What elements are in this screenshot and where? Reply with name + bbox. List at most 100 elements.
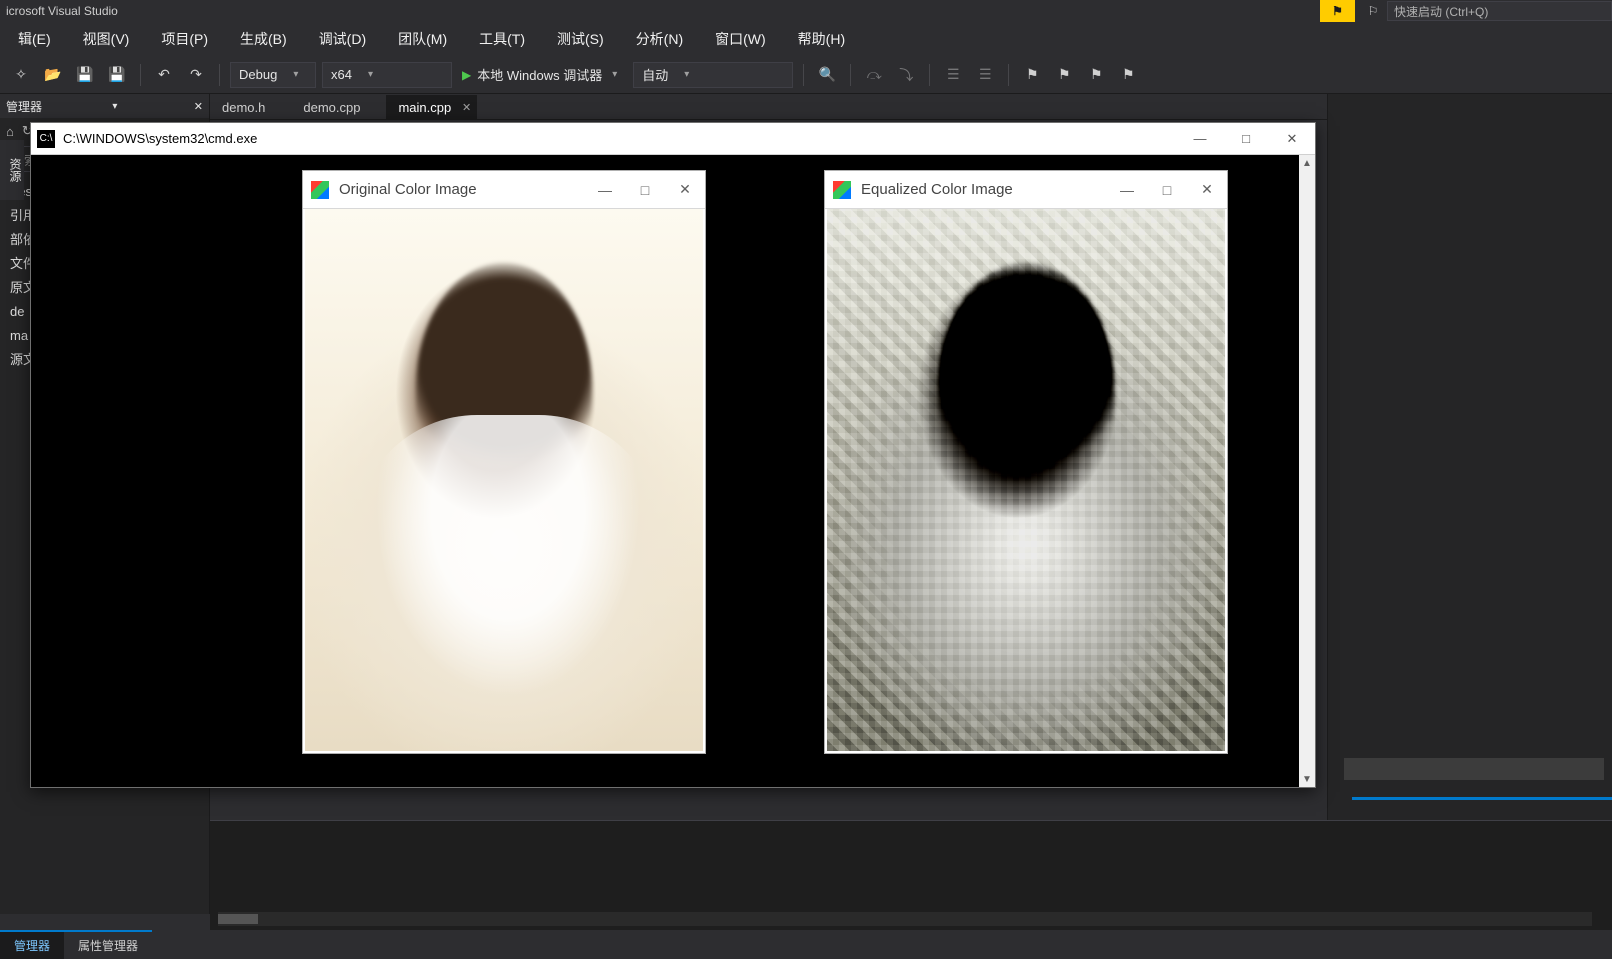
menu-help[interactable]: 帮助(H) <box>782 23 861 55</box>
scrollbar-thumb[interactable] <box>218 914 258 924</box>
doc-tab-demo-h[interactable]: demo.h <box>210 95 291 119</box>
redo-icon[interactable]: ↷ <box>183 62 209 88</box>
step-over-icon[interactable]: ⤼ <box>861 62 887 88</box>
chevron-down-icon: ▾ <box>684 69 689 80</box>
menu-window[interactable]: 窗口(W) <box>699 23 782 55</box>
indent-left-icon[interactable]: ☰ <box>940 62 966 88</box>
maximize-button[interactable]: □ <box>1223 124 1269 154</box>
minimize-button[interactable]: — <box>1177 124 1223 154</box>
image-window-title-bar[interactable]: Original Color Image — □ ✕ <box>303 171 705 209</box>
new-item-icon[interactable]: ✧ <box>8 62 34 88</box>
cmd-title-bar[interactable]: C:\ C:\WINDOWS\system32\cmd.exe — □ ✕ <box>31 123 1315 155</box>
bookmark-clear-icon[interactable]: ⚑ <box>1115 62 1141 88</box>
photo-placeholder <box>305 209 703 751</box>
step-into-icon[interactable]: ⤵ <box>893 62 919 88</box>
maximize-button[interactable]: □ <box>1147 172 1187 208</box>
close-button[interactable]: ✕ <box>1269 124 1315 154</box>
config-combo[interactable]: Debug ▾ <box>230 62 316 88</box>
toolbar-separator <box>1008 64 1009 86</box>
cmd-title-text: C:\WINDOWS\system32\cmd.exe <box>63 131 257 146</box>
find-icon[interactable]: 🔍 <box>814 62 840 88</box>
doc-tab-main-cpp[interactable]: main.cpp ✕ <box>386 95 477 119</box>
bookmark-icon[interactable]: ⚑ <box>1019 62 1045 88</box>
platform-combo[interactable]: x64 ▾ <box>322 62 452 88</box>
chevron-down-icon: ▾ <box>293 69 298 80</box>
vertical-tab-label: 资源 <box>8 158 22 182</box>
scrollbar-track[interactable] <box>1299 171 1315 771</box>
image-window-original[interactable]: Original Color Image — □ ✕ <box>302 170 706 754</box>
vs-title-bar: icrosoft Visual Studio ⚑ ⚐ 快速启动 (Ctrl+Q) <box>0 0 1612 22</box>
bottom-tab-manager[interactable]: 管理器 <box>0 932 64 959</box>
bookmark-next-icon[interactable]: ⚑ <box>1083 62 1109 88</box>
photo-placeholder <box>827 209 1225 751</box>
doc-tab-label: main.cpp <box>398 100 451 115</box>
quick-launch-input[interactable]: 快速启动 (Ctrl+Q) <box>1387 1 1612 21</box>
menu-build[interactable]: 生成(B) <box>224 23 303 55</box>
toolbar-separator <box>803 64 804 86</box>
close-icon[interactable]: ✕ <box>462 101 471 114</box>
config-label: Debug <box>239 67 277 82</box>
indent-right-icon[interactable]: ☰ <box>972 62 998 88</box>
bottom-tab-strip: 管理器 属性管理器 <box>0 930 152 958</box>
menu-debug[interactable]: 调试(D) <box>303 23 382 55</box>
vertical-tab-resources[interactable]: 资源 <box>0 140 24 200</box>
notification-icon[interactable]: ⚑ <box>1320 0 1355 22</box>
home-icon[interactable]: ⌂ <box>6 124 14 139</box>
close-button[interactable]: ✕ <box>1187 172 1227 208</box>
menu-edit[interactable]: 辑(E) <box>2 23 67 55</box>
menu-test[interactable]: 测试(S) <box>541 23 620 55</box>
maximize-button[interactable]: □ <box>625 172 665 208</box>
vs-toolbar: ✧ 📂 💾 💾 ↶ ↷ Debug ▾ x64 ▾ ▶ 本地 Windows 调… <box>0 56 1612 94</box>
menu-analyze[interactable]: 分析(N) <box>620 23 699 55</box>
doc-tab-label: demo.cpp <box>303 100 360 115</box>
chevron-down-icon: ▾ <box>368 69 373 80</box>
vs-menu-bar: 辑(E) 视图(V) 项目(P) 生成(B) 调试(D) 团队(M) 工具(T)… <box>0 22 1612 56</box>
minimize-button[interactable]: — <box>585 172 625 208</box>
image-window-title-bar[interactable]: Equalized Color Image — □ ✕ <box>825 171 1227 209</box>
scroll-up-icon[interactable]: ▲ <box>1299 155 1315 171</box>
right-docked-panel <box>1327 94 1612 820</box>
open-icon[interactable]: 📂 <box>40 62 66 88</box>
undo-icon[interactable]: ↶ <box>151 62 177 88</box>
doc-tab-label: demo.h <box>222 100 265 115</box>
menu-project[interactable]: 项目(P) <box>145 23 224 55</box>
save-all-icon[interactable]: 💾 <box>104 62 130 88</box>
toolbar-separator <box>850 64 851 86</box>
toolwin-title-text: 管理器 <box>6 98 42 115</box>
start-debug-button[interactable]: ▶ 本地 Windows 调试器 ▾ <box>458 62 627 88</box>
image-window-title: Equalized Color Image <box>861 181 1013 198</box>
doc-tab-demo-cpp[interactable]: demo.cpp <box>291 95 386 119</box>
platform-label: x64 <box>331 67 352 82</box>
opencv-icon <box>311 181 329 199</box>
play-icon: ▶ <box>462 68 471 82</box>
toolbar-separator <box>140 64 141 86</box>
cmd-vertical-scrollbar[interactable]: ▲ ▼ <box>1299 155 1315 787</box>
opencv-icon <box>833 181 851 199</box>
image-canvas-original <box>305 209 703 751</box>
image-window-title: Original Color Image <box>339 181 477 198</box>
close-button[interactable]: ✕ <box>665 172 705 208</box>
close-icon[interactable]: ✕ <box>194 100 203 113</box>
feedback-icon[interactable]: ⚐ <box>1359 0 1387 22</box>
start-debug-label: 本地 Windows 调试器 <box>477 65 602 84</box>
save-icon[interactable]: 💾 <box>72 62 98 88</box>
toolwin-title-bar[interactable]: 管理器 ▾ ✕ <box>0 94 209 118</box>
menu-view[interactable]: 视图(V) <box>67 23 146 55</box>
toolbar-separator <box>219 64 220 86</box>
auto-combo[interactable]: 自动 ▾ <box>633 62 793 88</box>
image-canvas-equalized <box>827 209 1225 751</box>
menu-team[interactable]: 团队(M) <box>382 23 463 55</box>
bookmark-prev-icon[interactable]: ⚑ <box>1051 62 1077 88</box>
chevron-down-icon[interactable]: ▾ <box>112 101 117 112</box>
output-panel <box>210 820 1612 930</box>
menu-tools[interactable]: 工具(T) <box>463 23 541 55</box>
horizontal-scrollbar[interactable] <box>218 912 1592 926</box>
panel-placeholder <box>1344 758 1604 780</box>
vs-title-text: icrosoft Visual Studio <box>6 4 118 18</box>
image-window-equalized[interactable]: Equalized Color Image — □ ✕ <box>824 170 1228 754</box>
minimize-button[interactable]: — <box>1107 172 1147 208</box>
scroll-down-icon[interactable]: ▼ <box>1299 771 1315 787</box>
toolbar-separator <box>929 64 930 86</box>
cmd-icon: C:\ <box>37 130 55 148</box>
bottom-tab-property-manager[interactable]: 属性管理器 <box>64 932 152 959</box>
